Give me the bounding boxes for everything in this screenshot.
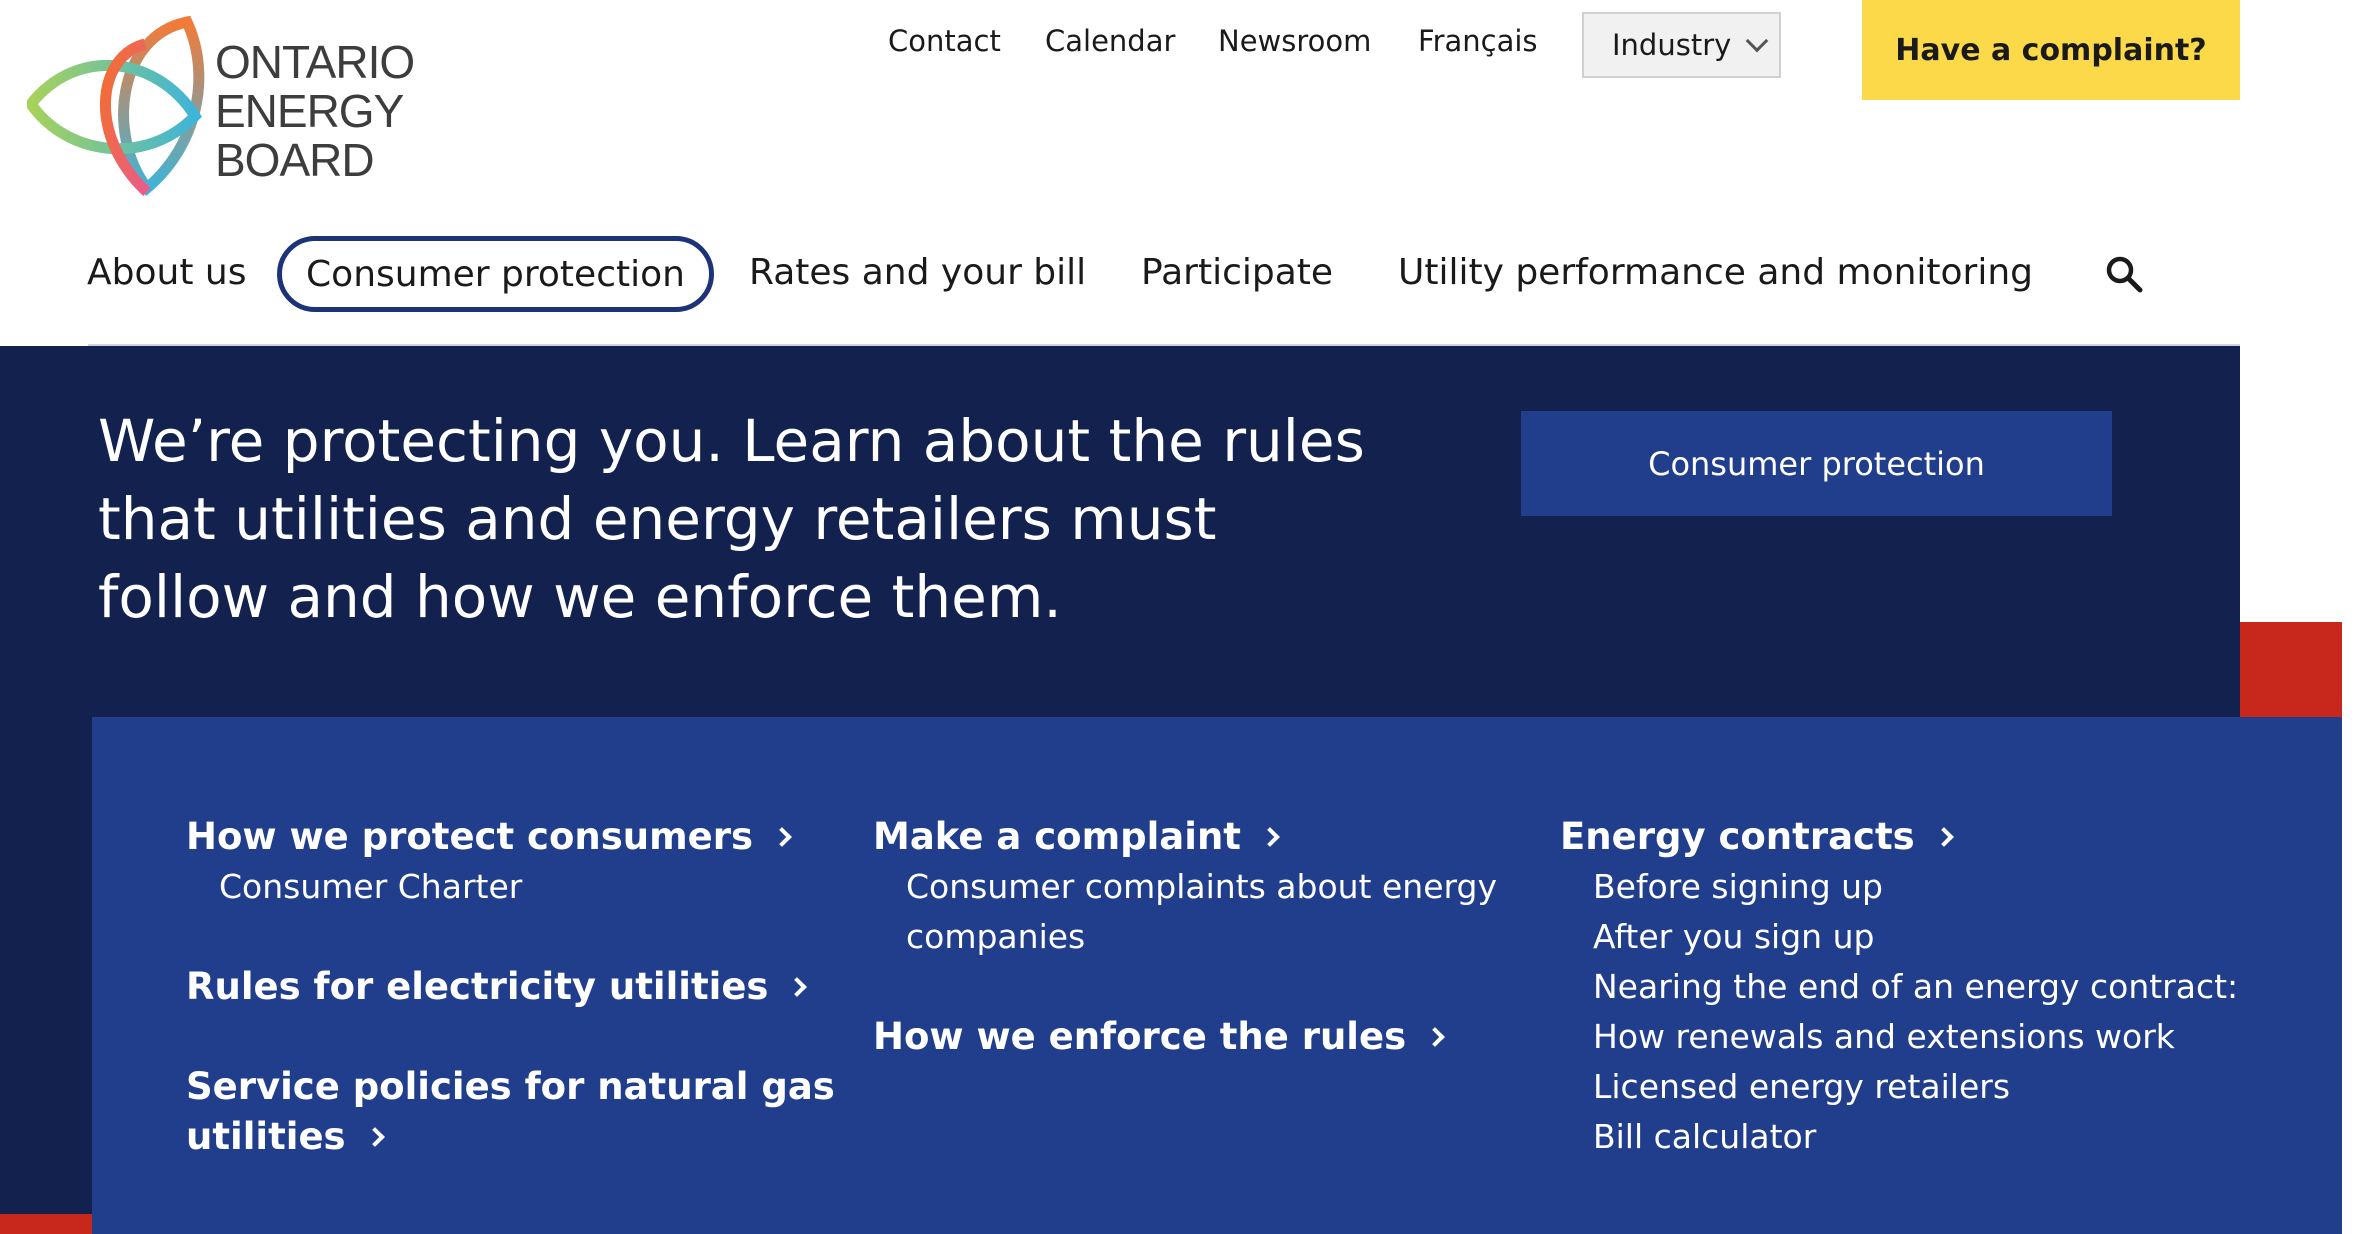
nav-utility-performance[interactable]: Utility performance and monitoring [1398, 252, 2033, 293]
electricity-rules-label: Rules for electricity utilities [186, 965, 769, 1008]
energy-contracts-label: Energy contracts [1560, 815, 1915, 858]
chevron-right-icon [1425, 1027, 1446, 1047]
contract-end-link[interactable]: Nearing the end of an energy contract: [1560, 962, 2238, 1012]
licensed-retailers-link[interactable]: Licensed energy retailers [1560, 1062, 2238, 1112]
consumer-protection-button[interactable]: Consumer protection [1521, 411, 2112, 516]
bill-calculator-link[interactable]: Bill calculator [1560, 1112, 2238, 1162]
menu-column-1: How we protect consumers Consumer Charte… [186, 812, 835, 1162]
chevron-down-icon [1745, 29, 1769, 53]
chevron-right-icon [1260, 827, 1280, 847]
chevron-right-icon [364, 1127, 385, 1147]
consumer-complaints-line1: Consumer complaints about energy [906, 867, 1497, 906]
newsroom-link[interactable]: Newsroom [1218, 24, 1371, 58]
gas-service-policies-label-line2: utilities [186, 1115, 346, 1158]
logo-line-3: BOARD [215, 134, 375, 186]
chevron-right-icon [772, 827, 792, 847]
enforce-rules-label: How we enforce the rules [873, 1015, 1407, 1058]
electricity-rules-link[interactable]: Rules for electricity utilities [186, 962, 808, 1012]
hero-intro: We’re protecting you. Learn about the ru… [98, 407, 1365, 631]
energy-contracts-link[interactable]: Energy contracts [1560, 812, 1954, 862]
how-we-protect-label: How we protect consumers [186, 815, 754, 858]
nav-about-us[interactable]: About us [87, 252, 246, 293]
enforce-rules-link[interactable]: How we enforce the rules [873, 1012, 1446, 1062]
chevron-right-icon [787, 977, 808, 997]
nav-participate[interactable]: Participate [1141, 252, 1333, 293]
after-signup-link[interactable]: After you sign up [1560, 912, 2238, 962]
consumer-complaints-link[interactable]: Consumer complaints about energy compani… [873, 862, 1497, 962]
language-link[interactable]: Français [1418, 24, 1538, 58]
gas-service-policies-label-line1: Service policies for natural gas [186, 1065, 835, 1108]
how-we-protect-link[interactable]: How we protect consumers [186, 812, 792, 862]
nav-rates-and-bill[interactable]: Rates and your bill [749, 252, 1086, 293]
before-signing-link[interactable]: Before signing up [1560, 862, 2238, 912]
industry-dropdown[interactable]: Industry [1582, 12, 1781, 78]
calendar-link[interactable]: Calendar [1045, 24, 1175, 58]
search-icon[interactable] [2104, 254, 2144, 294]
renewals-link[interactable]: How renewals and extensions work [1560, 1012, 2238, 1062]
accent-bar-left [0, 1214, 92, 1234]
contact-link[interactable]: Contact [888, 24, 1001, 58]
nav-consumer-protection[interactable]: Consumer protection [277, 236, 714, 312]
make-complaint-link[interactable]: Make a complaint [873, 812, 1280, 862]
menu-column-2: Make a complaint Consumer complaints abo… [873, 812, 1497, 1062]
gas-service-policies-link[interactable]: Service policies for natural gas utiliti… [186, 1062, 835, 1162]
main-nav: About us Consumer protection Rates and y… [0, 236, 2362, 316]
menu-column-3: Energy contracts Before signing up After… [1560, 812, 2238, 1162]
complaint-button[interactable]: Have a complaint? [1862, 0, 2240, 100]
chevron-right-icon [1933, 827, 1954, 847]
utility-nav: Contact Calendar Newsroom Français Indus… [0, 0, 2362, 100]
consumer-charter-link[interactable]: Consumer Charter [186, 862, 835, 912]
industry-label: Industry [1612, 28, 1732, 62]
make-complaint-label: Make a complaint [873, 815, 1241, 858]
consumer-complaints-line2: companies [906, 917, 1086, 956]
